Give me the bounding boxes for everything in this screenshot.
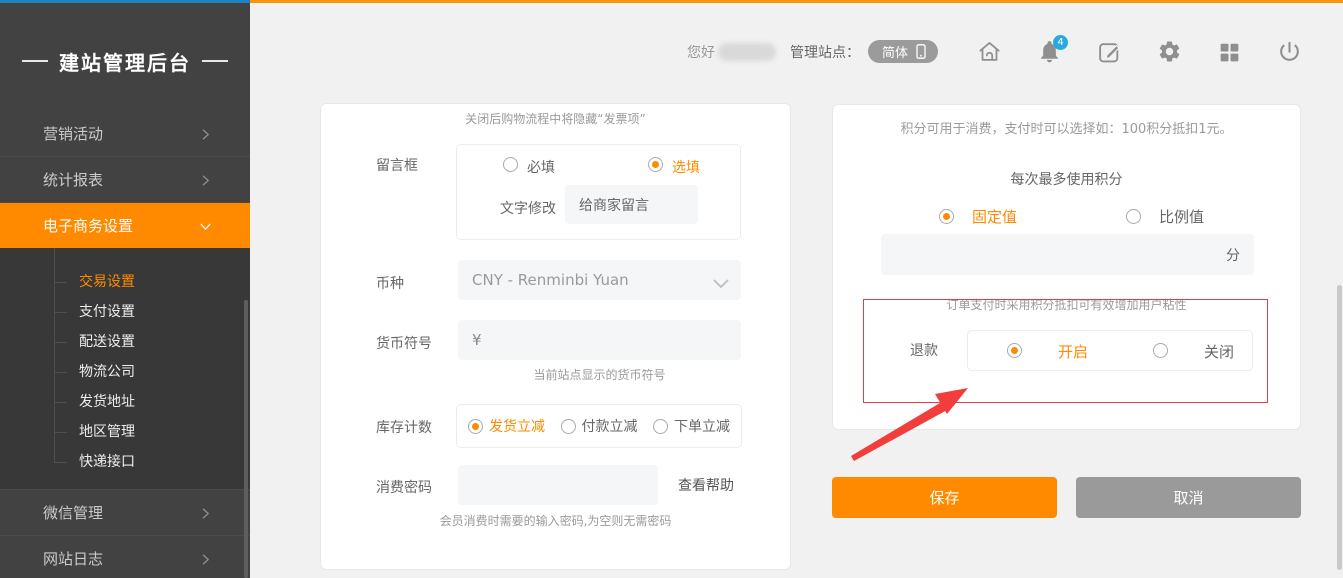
sidebar-subitem-payment-settings[interactable]: 支付设置 [0,297,250,327]
consume-password-label: 消费密码 [376,477,432,497]
max-points-input[interactable]: 分 [881,234,1254,275]
admin-screen: 建站管理后台 营销活动 统计报表 电子商务设置 [0,0,1343,578]
fixed-value-option[interactable]: 固定值 [939,206,1017,227]
ship-deduct-radio[interactable] [468,419,483,434]
chevron-right-icon [199,173,212,186]
sidebar-item-marketing[interactable]: 营销活动 [0,110,250,156]
sidebar-subitem-delivery-settings[interactable]: 配送设置 [0,327,250,357]
currency-symbol-help: 当前站点显示的货币符号 [458,366,741,383]
notifications-bell-icon[interactable]: 4 [1037,39,1062,64]
message-box-radio-row: 必填 选填 [457,157,740,177]
page-scrollbar[interactable] [1337,285,1342,570]
sidebar: 建站管理后台 营销活动 统计报表 电子商务设置 [0,3,250,578]
ratio-value-option[interactable]: 比例值 [1126,206,1204,227]
sidebar-item-wechat[interactable]: 微信管理 [0,489,250,535]
sidebar-menu: 营销活动 统计报表 电子商务设置 交易设置 支付设置 [0,110,250,578]
required-radio-label[interactable]: 必填 [527,157,555,177]
cancel-button[interactable]: 取消 [1076,477,1301,518]
home-icon[interactable] [977,39,1002,64]
consume-password-help: 会员消费时需要的输入密码,为空则无需密码 [321,512,790,529]
logout-power-icon[interactable] [1277,39,1302,64]
greeting-text: 您好 [687,42,715,62]
sidebar-subitem-logistics-company[interactable]: 物流公司 [0,357,250,387]
edit-icon[interactable] [1097,39,1122,64]
currency-symbol-input[interactable]: ¥ [458,320,741,360]
chevron-down-icon [713,275,729,285]
sidebar-subitem-trade-settings[interactable]: 交易设置 [0,267,250,297]
apps-grid-icon[interactable] [1217,39,1242,64]
optional-radio-label[interactable]: 选填 [672,157,700,177]
sidebar-item-label: 统计报表 [43,169,103,190]
manage-site-label: 管理站点： [790,42,860,62]
save-button[interactable]: 保存 [832,477,1057,518]
stock-option-pay[interactable]: 付款立减 [561,416,638,436]
notification-badge: 4 [1053,35,1068,50]
refund-label: 退款 [910,340,938,360]
refund-on-radio[interactable] [1007,343,1022,358]
logo-dash-right [202,60,228,62]
message-box-label: 留言框 [376,155,418,175]
sidebar-item-reports[interactable]: 统计报表 [0,156,250,202]
chevron-down-icon [199,219,212,232]
settings-gear-icon[interactable] [1157,39,1182,64]
required-radio[interactable] [503,157,518,172]
sidebar-scrollbar[interactable] [244,300,248,578]
points-unit-suffix: 分 [1226,245,1240,265]
chevron-right-icon [199,552,212,565]
stock-count-label: 库存计数 [376,417,432,437]
chevron-right-icon [199,506,212,519]
sidebar-subitem-express-api[interactable]: 快递接口 [0,447,250,477]
sidebar-item-label: 网站日志 [43,548,103,569]
sidebar-submenu: 交易设置 支付设置 配送设置 物流公司 发货地址 地区管理 快递接口 [0,248,250,489]
stock-option-order[interactable]: 下单立减 [653,416,730,436]
logo-dash-left [22,60,48,62]
currency-select-value: CNY - Renminbi Yuan [472,271,629,289]
site-pill-label: 简体 [882,42,908,61]
pay-deduct-radio[interactable] [561,419,576,434]
sidebar-item-ecommerce-settings[interactable]: 电子商务设置 [0,202,250,248]
app-title-text: 建站管理后台 [59,47,191,76]
order-deduct-radio[interactable] [653,419,668,434]
sidebar-item-label: 电子商务设置 [43,215,133,236]
view-help-link[interactable]: 查看帮助 [678,475,734,495]
mobile-phone-icon [916,44,926,59]
points-settings-card: 积分可用于消费，支付时可以选择如：100积分抵扣1元。 每次最多使用积分 固定值… [832,104,1301,430]
sidebar-item-label: 营销活动 [43,123,103,144]
max-points-label: 每次最多使用积分 [833,169,1300,189]
chevron-right-icon [199,127,212,140]
trade-settings-card: 关闭后购物流程中将隐藏“发票项” 留言框 必填 选填 文字修改 给商家留言 币种… [320,103,791,570]
refund-off-label[interactable]: 关闭 [1204,341,1234,362]
points-note-text: 订单支付时采用积分抵扣可有效增加用户粘性 [833,296,1300,313]
currency-select[interactable]: CNY - Renminbi Yuan [458,260,741,300]
topbar: 您好 管理站点： 简体 4 [250,0,1343,103]
stock-count-group: 发货立减 付款立减 下单立减 [456,404,742,448]
currency-label: 币种 [376,273,404,293]
refund-off-radio[interactable] [1153,343,1168,358]
optional-radio[interactable] [648,157,663,172]
refund-group: 开启 关闭 [967,330,1253,371]
text-modify-label: 文字修改 [500,198,556,218]
invoice-help-text: 关闭后购物流程中将隐藏“发票项” [321,110,790,127]
sidebar-subitem-shipping-address[interactable]: 发货地址 [0,387,250,417]
points-help-text: 积分可用于消费，支付时可以选择如：100积分抵扣1元。 [833,118,1300,137]
site-version-pill[interactable]: 简体 [868,40,938,63]
currency-symbol-label: 货币符号 [376,333,432,353]
message-box-group: 必填 选填 文字修改 给商家留言 [456,144,741,240]
username-redacted [718,43,776,61]
ratio-value-radio[interactable] [1126,209,1141,224]
app-title: 建站管理后台 [0,46,250,76]
message-text-input[interactable]: 给商家留言 [565,185,698,224]
consume-password-input[interactable] [458,465,658,505]
stock-option-ship[interactable]: 发货立减 [468,416,545,436]
sidebar-item-site-log[interactable]: 网站日志 [0,535,250,578]
refund-on-label[interactable]: 开启 [1058,341,1088,362]
fixed-value-radio[interactable] [939,209,954,224]
sidebar-item-label: 微信管理 [43,502,103,523]
sidebar-subitem-region-management[interactable]: 地区管理 [0,417,250,447]
